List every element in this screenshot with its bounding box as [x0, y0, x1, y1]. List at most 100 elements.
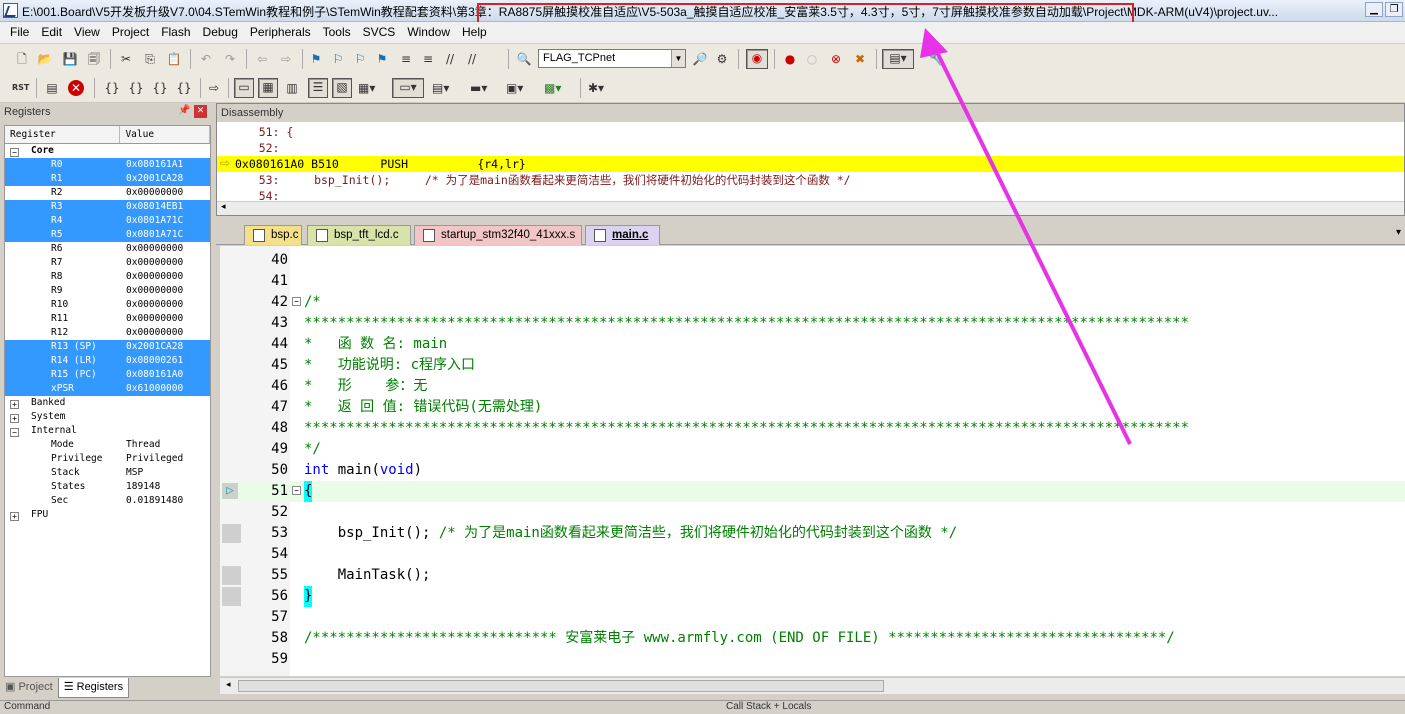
- disassembly-line[interactable]: 52:: [217, 140, 1404, 156]
- code-line[interactable]: 45 * 功能说明: c程序入口: [220, 355, 1405, 376]
- find-in-files-icon[interactable]: 🔍: [516, 51, 532, 67]
- code-line[interactable]: 49 */: [220, 439, 1405, 460]
- reg-group-row[interactable]: + System: [5, 410, 210, 424]
- trace-window-icon[interactable]: ▣▾: [506, 80, 523, 96]
- step-out-icon[interactable]: {}: [152, 80, 168, 96]
- reg-row[interactable]: R1 0x2001CA28: [5, 172, 210, 186]
- disable-all-breakpoints-icon[interactable]: ⊗: [828, 51, 844, 67]
- tab-startup-s[interactable]: startup_stm32f40_41xxx.s: [414, 225, 582, 245]
- reg-row[interactable]: States 189148: [5, 480, 210, 494]
- menu-view[interactable]: View: [68, 23, 106, 42]
- analysis-window-icon[interactable]: ▬▾: [470, 80, 487, 96]
- code-line[interactable]: 50 int main(void): [220, 460, 1405, 481]
- reg-row[interactable]: R13 (SP) 0x2001CA28: [5, 340, 210, 354]
- disable-breakpoint-icon[interactable]: ○: [804, 51, 820, 67]
- cut-icon[interactable]: ✂: [118, 51, 134, 67]
- menu-window[interactable]: Window: [401, 23, 456, 42]
- restore-button[interactable]: ❐: [1385, 2, 1403, 17]
- reg-row[interactable]: R0 0x080161A1: [5, 158, 210, 172]
- code-line[interactable]: 44 * 函 数 名: main: [220, 334, 1405, 355]
- save-all-icon[interactable]: 🗐: [86, 51, 102, 67]
- code-line[interactable]: 46 * 形 参：无: [220, 376, 1405, 397]
- reg-row[interactable]: R9 0x00000000: [5, 284, 210, 298]
- tab-main-c[interactable]: main.c: [585, 225, 660, 245]
- pin-icon[interactable]: 📌: [178, 105, 190, 116]
- code-line[interactable]: 52: [220, 502, 1405, 523]
- open-file-icon[interactable]: 📂: [37, 51, 53, 67]
- undo-icon[interactable]: ↶: [198, 51, 214, 67]
- prev-bookmark-icon[interactable]: ⚐: [330, 51, 346, 67]
- code-line[interactable]: 47 * 返 回 值: 错误代码(无需处理): [220, 397, 1405, 418]
- tab-bsp-c[interactable]: bsp.c: [244, 225, 302, 245]
- reg-group-core[interactable]: − Core: [5, 144, 210, 158]
- uncomment-icon[interactable]: //: [464, 51, 480, 67]
- reg-row[interactable]: R4 0x0801A71C: [5, 214, 210, 228]
- copy-icon[interactable]: ⎘: [142, 51, 158, 67]
- breakpoint-icon[interactable]: ●: [782, 51, 798, 67]
- menu-help[interactable]: Help: [456, 23, 493, 42]
- executable-line-marker[interactable]: [222, 524, 241, 543]
- reset-icon[interactable]: RST: [12, 80, 29, 96]
- run-icon[interactable]: ▤: [44, 80, 60, 96]
- code-line[interactable]: − ▷ 51 {: [220, 481, 1405, 502]
- step-into-icon[interactable]: {}: [104, 80, 120, 96]
- code-line[interactable]: 59: [220, 649, 1405, 670]
- expand-icon[interactable]: +: [10, 414, 19, 423]
- reg-row[interactable]: R12 0x00000000: [5, 326, 210, 340]
- reg-row[interactable]: R8 0x00000000: [5, 270, 210, 284]
- run-to-cursor-icon[interactable]: {}: [176, 80, 192, 96]
- code-line[interactable]: 56}: [220, 586, 1405, 607]
- code-line[interactable]: −42 /*: [220, 292, 1405, 313]
- menu-flash[interactable]: Flash: [155, 23, 196, 42]
- save-icon[interactable]: 💾: [62, 51, 78, 67]
- disassembly-scrollbar[interactable]: ◂: [217, 201, 1404, 215]
- system-viewer-icon[interactable]: ▩▾: [544, 80, 561, 96]
- indent-icon[interactable]: ≡: [398, 51, 414, 67]
- reg-row[interactable]: R15 (PC) 0x080161A0: [5, 368, 210, 382]
- unindent-icon[interactable]: ≡: [420, 51, 436, 67]
- paste-icon[interactable]: 📋: [166, 51, 182, 67]
- menu-file[interactable]: File: [4, 23, 35, 42]
- code-editor[interactable]: 40 41−42/* 43 *****************************…: [220, 246, 1405, 676]
- close-icon[interactable]: ✕: [194, 105, 207, 118]
- memory-window-icon[interactable]: ▭▾: [392, 78, 424, 98]
- reg-row[interactable]: Mode Thread: [5, 438, 210, 452]
- menu-project[interactable]: Project: [106, 23, 155, 42]
- target-combo[interactable]: FLAG_TCPnet ▼: [538, 49, 686, 68]
- reg-row[interactable]: R2 0x00000000: [5, 186, 210, 200]
- reg-row[interactable]: R5 0x0801A71C: [5, 228, 210, 242]
- tools-config-icon[interactable]: 🔧: [928, 51, 944, 67]
- reg-group-row[interactable]: + Banked: [5, 396, 210, 410]
- reg-row[interactable]: R7 0x00000000: [5, 256, 210, 270]
- menu-svcs[interactable]: SVCS: [357, 23, 402, 42]
- code-line[interactable]: 57: [220, 607, 1405, 628]
- reg-row[interactable]: R11 0x00000000: [5, 312, 210, 326]
- tab-project[interactable]: ▣ Project: [0, 678, 58, 698]
- nav-forward-icon[interactable]: ⇨: [278, 51, 294, 67]
- tab-bsp-tft-lcd-c[interactable]: bsp_tft_lcd.c: [307, 225, 411, 245]
- code-line[interactable]: 41: [220, 271, 1405, 292]
- code-line[interactable]: 58 /***************************** 安富莱电子 w…: [220, 628, 1405, 649]
- toolbox-icon[interactable]: ✱▾: [588, 80, 604, 96]
- disassembly-line[interactable]: 51: {: [217, 124, 1404, 140]
- fold-collapse-icon[interactable]: −: [292, 297, 301, 306]
- next-bookmark-icon[interactable]: ⚐: [352, 51, 368, 67]
- debug-session-icon[interactable]: ◉: [746, 49, 768, 69]
- reg-row[interactable]: Sec 0.01891480: [5, 494, 210, 508]
- find-icon[interactable]: 🔎: [692, 51, 708, 67]
- code-line[interactable]: 40: [220, 250, 1405, 271]
- code-line[interactable]: 48 **************************************…: [220, 418, 1405, 439]
- menu-peripherals[interactable]: Peripherals: [244, 23, 317, 42]
- reg-row[interactable]: Stack MSP: [5, 466, 210, 480]
- code-line[interactable]: 54: [220, 544, 1405, 565]
- call-stack-icon[interactable]: ▧: [332, 78, 352, 98]
- clear-bookmarks-icon[interactable]: ⚑: [374, 51, 390, 67]
- minimize-button[interactable]: ▁: [1365, 2, 1383, 17]
- fold-collapse-icon[interactable]: −: [292, 486, 301, 495]
- new-file-icon[interactable]: 🗋: [14, 51, 30, 67]
- disassembly-line[interactable]: 53: bsp_Init(); /* 为了是main函数看起来更简洁些，我们将硬…: [217, 172, 1404, 188]
- code-line[interactable]: 55 MainTask();: [220, 565, 1405, 586]
- code-line[interactable]: 43 **************************************…: [220, 313, 1405, 334]
- comment-icon[interactable]: //: [442, 51, 458, 67]
- registers-window-icon[interactable]: ☰: [308, 78, 328, 98]
